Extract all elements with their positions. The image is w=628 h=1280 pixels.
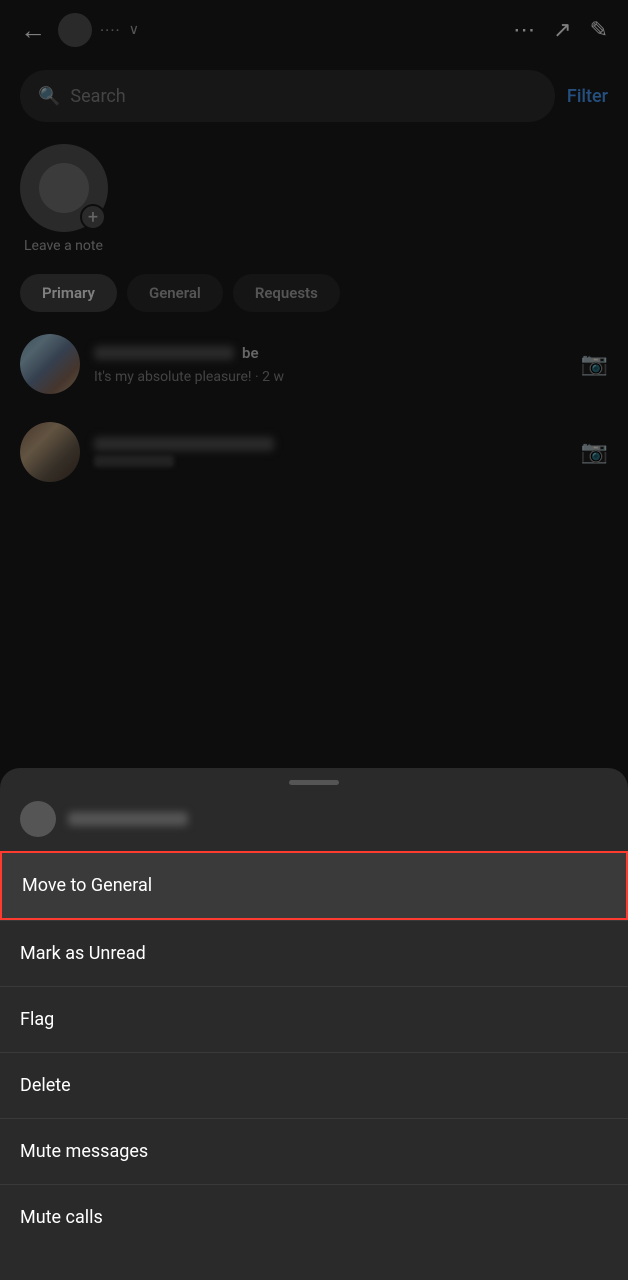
move-to-general-button[interactable]: Move to General [0,851,628,920]
drag-handle [289,780,339,785]
bottom-sheet: Move to General Mark as Unread Flag Dele… [0,768,628,1280]
mark-as-unread-button[interactable]: Mark as Unread [0,921,628,986]
sheet-header [0,793,628,851]
delete-button[interactable]: Delete [0,1053,628,1118]
sheet-avatar [20,801,56,837]
mute-calls-button[interactable]: Mute calls [0,1185,628,1250]
flag-button[interactable]: Flag [0,987,628,1052]
sheet-handle [0,768,628,793]
mute-messages-button[interactable]: Mute messages [0,1119,628,1184]
sheet-header-name [68,812,188,826]
